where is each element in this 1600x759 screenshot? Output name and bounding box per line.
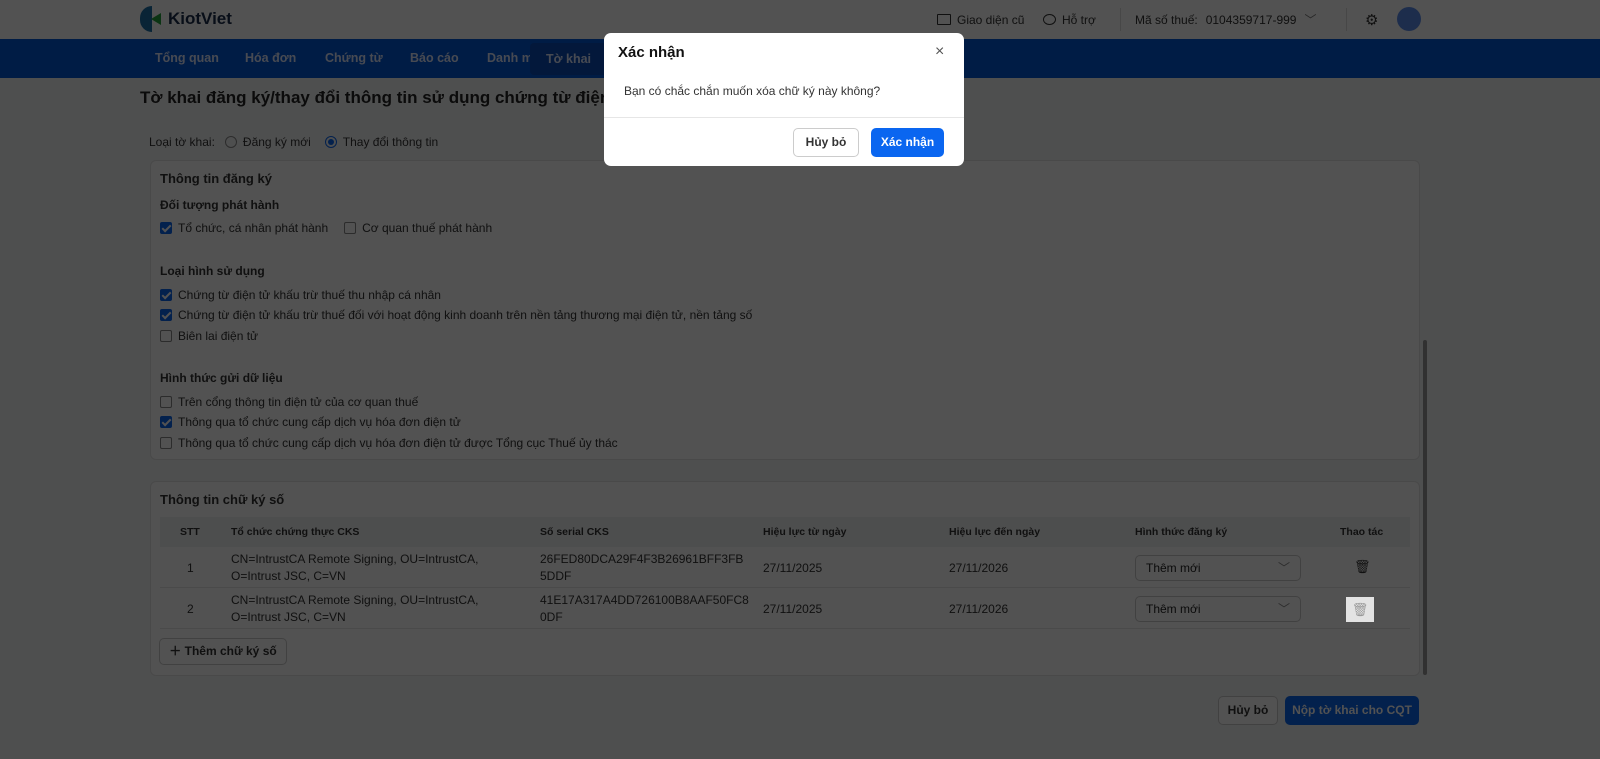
checkbox-label: Biên lai điện tử — [178, 329, 259, 343]
row-org: O=Intrust JSC, C=VN — [231, 569, 346, 583]
column-header: STT — [180, 526, 200, 538]
checkbox-label: Thông qua tổ chức cung cấp dịch vụ hóa đ… — [178, 436, 618, 450]
brand-name: KiotViet — [168, 9, 232, 28]
dialog-cancel-button[interactable]: Hủy bỏ — [793, 128, 859, 157]
divider — [1346, 8, 1347, 31]
checkbox[interactable] — [160, 289, 172, 301]
checkbox[interactable] — [160, 437, 172, 449]
section-title: Thông tin chữ ký số — [160, 492, 285, 507]
gear-icon[interactable]: ⚙ — [1365, 0, 1378, 39]
checkbox-label: Tổ chức, cá nhân phát hành — [178, 221, 329, 235]
subsection-title: Loại hình sử dụng — [160, 264, 265, 278]
old-ui-label: Giao diện cũ — [957, 12, 1025, 27]
chevron-down-icon: ﹀ — [1277, 602, 1290, 616]
row-org: O=Intrust JSC, C=VN — [231, 610, 346, 624]
row-serial: 5DDF — [540, 569, 572, 583]
checkbox[interactable] — [160, 396, 172, 408]
chat-icon — [1043, 14, 1056, 25]
column-header: Tổ chức chứng thực CKS — [231, 526, 360, 538]
type-label: Loại tờ khai: — [149, 135, 215, 149]
radio-label: Đăng ký mới — [242, 135, 311, 149]
row-serial: 41E17A317A4DD726100B8AAF50FC8 — [540, 593, 749, 607]
checkbox[interactable] — [160, 416, 172, 428]
declaration-type: Loại tờ khai: Đăng ký mới Thay đổi thông… — [149, 135, 438, 149]
nav-hoa-don[interactable]: Hóa đơn — [245, 39, 296, 78]
row-org: CN=IntrustCA Remote Signing, OU=IntrustC… — [231, 552, 479, 566]
select-value: Thêm mới — [1146, 561, 1201, 575]
tax-code-dropdown[interactable]: Mã số thuế: 0104359717-999 ﹀ — [1135, 0, 1316, 39]
registration-type-select[interactable]: Thêm mới ﹀ — [1135, 596, 1301, 622]
checkbox[interactable] — [160, 309, 172, 321]
checkbox-label: Trên cổng thông tin điện tử của cơ quan … — [178, 395, 419, 409]
kiotviet-logo[interactable]: KiotViet — [140, 6, 232, 32]
checkbox-label: Chứng từ điện tử khấu trừ thuế đối với h… — [178, 308, 753, 322]
tax-code: 0104359717-999 — [1205, 12, 1297, 27]
subsection-title: Đối tượng phát hành — [160, 198, 280, 212]
row-serial: 0DF — [540, 610, 563, 624]
registration-type-select[interactable]: Thêm mới ﹀ — [1135, 555, 1301, 581]
support-label: Hỗ trợ — [1062, 12, 1096, 27]
row-stt: 1 — [187, 561, 194, 575]
checkbox[interactable] — [160, 330, 172, 342]
chevron-down-icon: ﹀ — [1277, 561, 1290, 575]
checkbox[interactable] — [160, 222, 172, 234]
dialog-title: Xác nhận — [618, 44, 685, 61]
row-to-date: 27/11/2026 — [949, 561, 1009, 575]
nav-to-khai[interactable]: Tờ khai — [530, 43, 608, 75]
row-serial: 26FED80DCA29F4F3B26961BFF3FB — [540, 552, 744, 566]
close-icon[interactable]: × — [935, 43, 944, 61]
dialog-confirm-button[interactable]: Xác nhận — [871, 128, 944, 157]
avatar[interactable] — [1397, 7, 1421, 31]
checkbox[interactable] — [344, 222, 357, 234]
column-header: Hình thức đăng ký — [1135, 526, 1228, 538]
trash-icon-hovered[interactable]: 🗑 — [1346, 597, 1374, 622]
section-title: Thông tin đăng ký — [160, 171, 272, 186]
chevron-down-icon: ﹀ — [1304, 13, 1317, 27]
checkbox-label: Chứng từ điện tử khấu trừ thuế thu nhập … — [178, 288, 441, 302]
divider — [604, 117, 964, 118]
column-header: Số serial CKS — [540, 526, 609, 538]
tax-label: Mã số thuế: — [1135, 12, 1198, 27]
radio-label: Thay đổi thông tin — [342, 135, 439, 149]
divider — [1120, 8, 1121, 31]
scrollbar[interactable] — [1423, 340, 1427, 675]
add-signature-label: Thêm chữ ký số — [184, 644, 277, 658]
radio-change[interactable] — [324, 136, 337, 148]
column-header: Hiệu lực từ ngày — [763, 526, 847, 538]
nav-tong-quan[interactable]: Tổng quan — [155, 39, 219, 78]
row-stt: 2 — [187, 602, 194, 616]
column-header: Hiệu lực đến ngày — [949, 526, 1041, 538]
nav-chung-tu[interactable]: Chứng từ — [325, 39, 383, 78]
monitor-icon — [937, 14, 951, 25]
add-signature-button[interactable]: ＋ Thêm chữ ký số — [159, 638, 287, 665]
page-title: Tờ khai đăng ký/thay đổi thông tin sử dụ… — [140, 88, 633, 107]
trash-icon[interactable]: 🗑 — [1354, 558, 1371, 575]
checkbox-label: Thông qua tổ chức cung cấp dịch vụ hóa đ… — [178, 415, 461, 429]
dialog-message: Bạn có chắc chắn muốn xóa chữ ký này khô… — [624, 84, 881, 98]
table-row: 1 CN=IntrustCA Remote Signing, OU=Intrus… — [160, 547, 1410, 588]
cancel-button[interactable]: Hủy bỏ — [1218, 696, 1278, 725]
support-link[interactable]: Hỗ trợ — [1043, 0, 1096, 39]
select-value: Thêm mới — [1146, 602, 1201, 616]
checkbox-label: Cơ quan thuế phát hành — [362, 221, 493, 235]
row-org: CN=IntrustCA Remote Signing, OU=IntrustC… — [231, 593, 479, 607]
row-from-date: 27/11/2025 — [763, 602, 823, 616]
row-to-date: 27/11/2026 — [949, 602, 1009, 616]
table-row: 2 CN=IntrustCA Remote Signing, OU=Intrus… — [160, 588, 1410, 629]
logo-icon — [140, 6, 162, 32]
submit-button[interactable]: Nộp tờ khai cho CQT — [1285, 696, 1419, 725]
row-from-date: 27/11/2025 — [763, 561, 823, 575]
plus-icon: ＋ — [169, 644, 185, 658]
confirm-dialog: Xác nhận × Bạn có chắc chắn muốn xóa chữ… — [604, 33, 964, 166]
subsection-title: Hình thức gửi dữ liệu — [160, 371, 283, 385]
column-header: Thao tác — [1340, 526, 1384, 538]
radio-new[interactable] — [224, 136, 237, 148]
nav-bao-cao[interactable]: Báo cáo — [410, 39, 459, 78]
